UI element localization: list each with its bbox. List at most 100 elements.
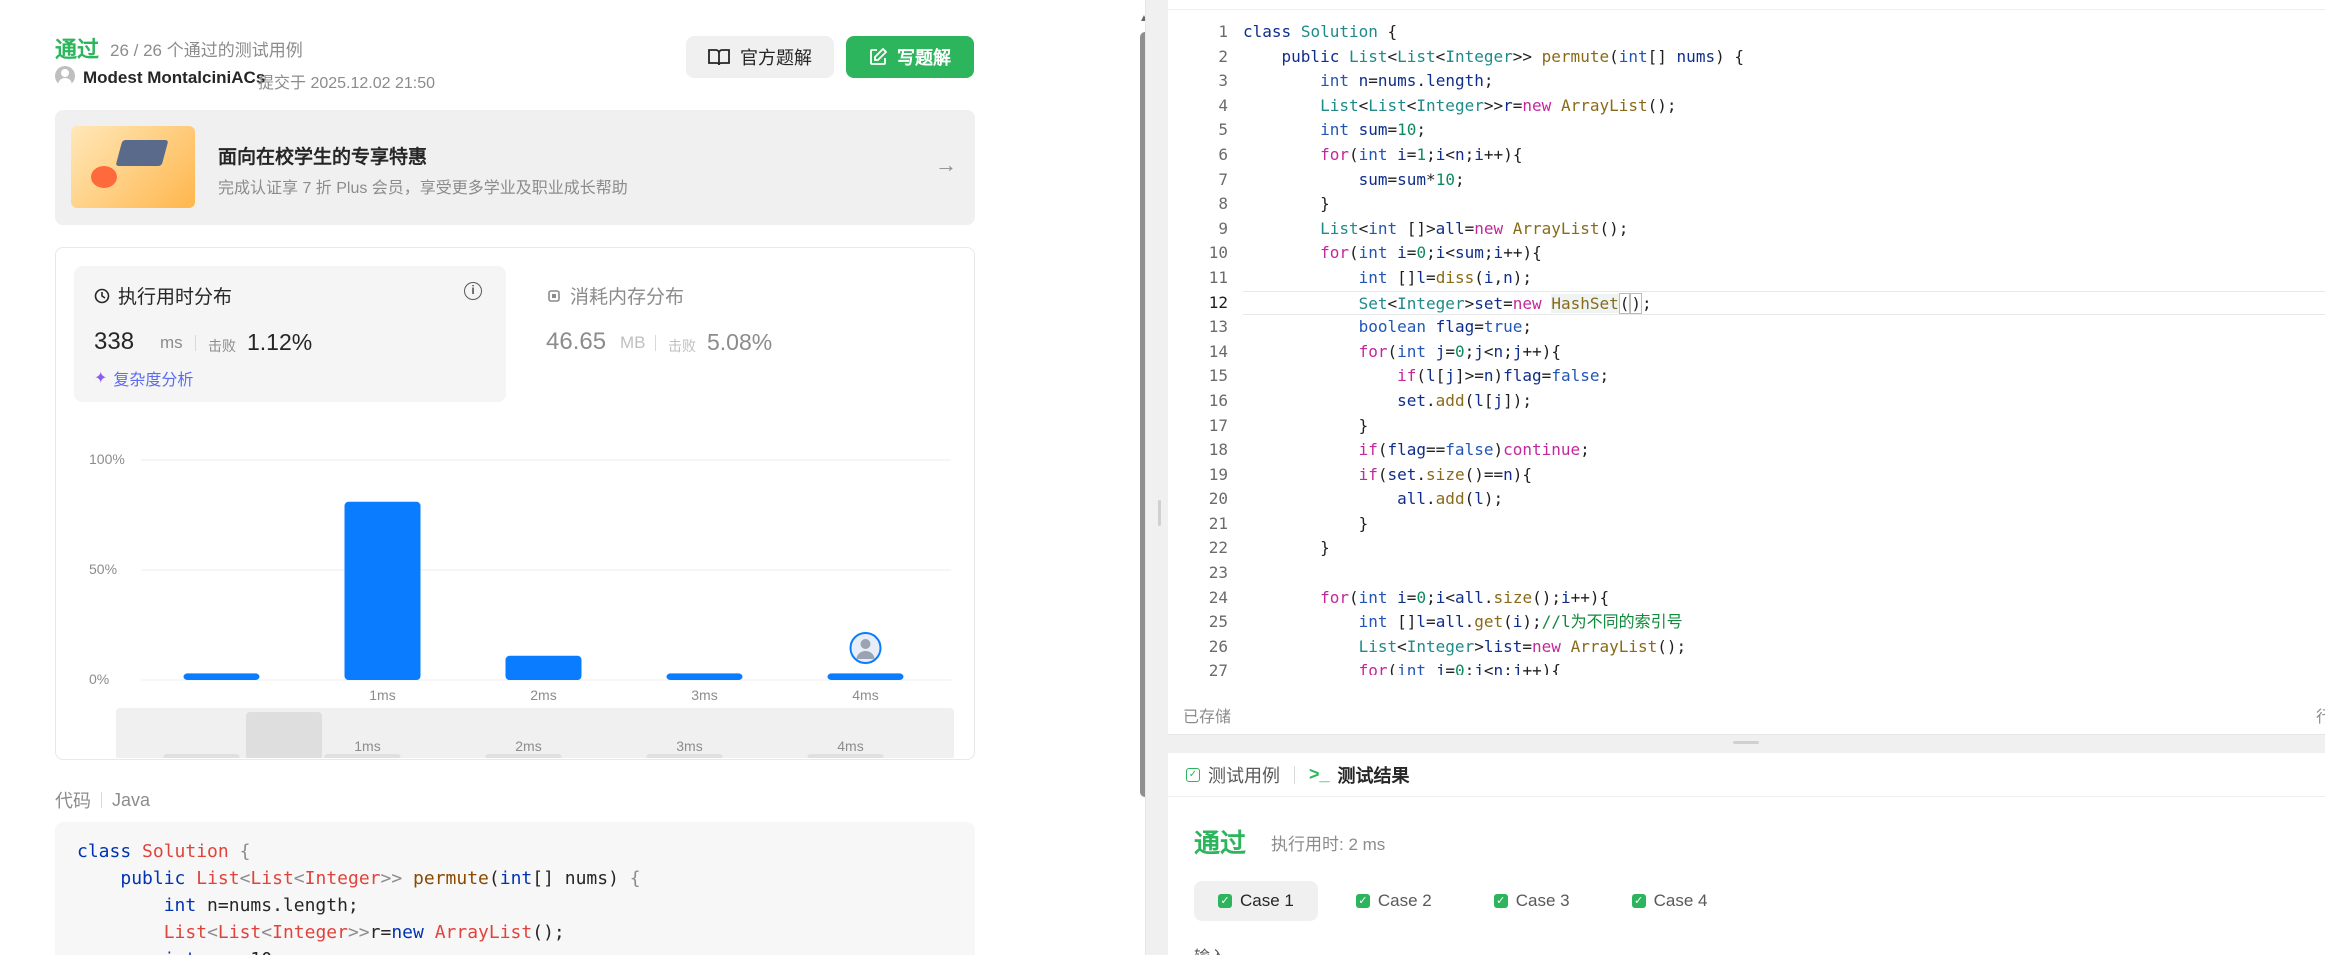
- info-icon[interactable]: i: [464, 282, 482, 300]
- code-line: }: [1243, 538, 1330, 558]
- code-language: Java: [112, 789, 151, 810]
- splitter-grip[interactable]: [1733, 741, 1759, 744]
- case-label: Case 3: [1515, 891, 1570, 910]
- user-marker-head: [860, 639, 871, 649]
- official-solution-label: 官方题解: [740, 48, 812, 68]
- bar: [344, 501, 421, 680]
- brush-bar: [646, 754, 723, 758]
- runtime-title-text: 执行用时分布: [118, 287, 233, 308]
- code-line: }: [1243, 194, 1330, 214]
- code-line: }: [1243, 415, 1369, 435]
- banner-title: 面向在校学生的专享特惠: [218, 147, 428, 168]
- official-solution-button[interactable]: 官方题解: [686, 36, 834, 78]
- memory-card[interactable]: 消耗内存分布 46.65 MB 击败 5.08%: [526, 266, 956, 402]
- case-label: Case 1: [1240, 891, 1294, 910]
- sparkle-icon: ✦: [94, 370, 108, 387]
- code-label: 代码: [55, 791, 91, 811]
- code-line: }: [1243, 513, 1369, 533]
- memory-title: 消耗内存分布: [546, 282, 684, 309]
- editor-results-splitter[interactable]: [1168, 735, 2325, 753]
- complexity-analysis-link[interactable]: ✦ 复杂度分析: [94, 366, 193, 390]
- user-name[interactable]: Modest MontalciniACs: [83, 68, 265, 88]
- left-scrollbar[interactable]: ▲: [1138, 0, 1145, 955]
- code-line: set.add(l[j]);: [1397, 390, 1533, 410]
- memory-value: 46.65: [546, 328, 607, 355]
- promo-banner[interactable]: 面向在校学生的专享特惠 完成认证享 7 折 Plus 会员，享受更多学业及职业成…: [55, 110, 975, 225]
- runtime-title: 执行用时分布: [94, 282, 232, 309]
- performance-stats: 执行用时分布 i 338 ms 击败 1.12% ✦ 复杂度分析 消耗内存分布 …: [55, 247, 975, 760]
- y-tick-label: 50%: [89, 561, 117, 577]
- tab-test-result[interactable]: >_ 测试结果: [1309, 762, 1410, 788]
- runtime-value: 338: [94, 328, 135, 355]
- code-line: public List<List<Integer>> permute(int[]…: [1281, 46, 1744, 66]
- code-line: int []l=all.get(i);//l为不同的索引号: [1358, 612, 1683, 632]
- code-line: List<int []>all=new ArrayList();: [1320, 218, 1629, 238]
- terminal-icon: >_: [1309, 764, 1330, 784]
- check-icon: ✓: [1493, 894, 1508, 908]
- code-line: for(int i=1;i<n;i++){: [1320, 144, 1523, 164]
- code-editor[interactable]: 1 2 3 4 5 6 7 8 9 10 11 12 13 14 15 16 17 18 19 20 21 22 23 24 2…: [1168, 0, 2325, 735]
- panel-resize-handle[interactable]: [1158, 500, 1161, 526]
- submission-status: 通过: [55, 37, 100, 62]
- tab-testcases[interactable]: ✓ 测试用例: [1186, 762, 1280, 788]
- brush-bar: [807, 754, 884, 758]
- code-line: List<List<Integer>>r=new ArrayList();: [163, 922, 565, 943]
- banner-subtitle: 完成认证享 7 折 Plus 会员，享受更多学业及职业成长帮助: [218, 180, 628, 197]
- brush-bar: [324, 754, 401, 758]
- brush-label: 2ms: [515, 738, 541, 754]
- code-line: class Solution {: [77, 841, 251, 862]
- code-line: int []l=diss(i,n);: [1358, 267, 1533, 287]
- book-icon: [708, 49, 730, 66]
- y-tick-label: 0%: [89, 671, 109, 687]
- code-line: for(int j=0;j<n;j++){: [1358, 661, 1561, 675]
- case-tab[interactable]: ✓ Case 2: [1332, 881, 1456, 921]
- memory-unit: MB: [620, 333, 646, 352]
- brush-label: 3ms: [676, 738, 702, 754]
- editor-code-area[interactable]: class Solution { public List<List<Intege…: [1243, 20, 2325, 675]
- runtime-unit: ms: [160, 333, 183, 352]
- editor-top-border: [1168, 0, 2325, 10]
- case-tab[interactable]: ✓ Case 4: [1608, 881, 1732, 921]
- brush-label: 1ms: [354, 738, 380, 754]
- case-label: Case 2: [1377, 891, 1432, 910]
- tab-testcases-label: 测试用例: [1208, 765, 1280, 786]
- x-tick-label: 3ms: [691, 687, 717, 703]
- edit-icon: [870, 48, 887, 65]
- code-line-current: Set<Integer>set=new HashSet();: [1243, 290, 2325, 316]
- result-runtime: 执行用时: 2 ms: [1271, 835, 1386, 854]
- write-solution-label: 写题解: [897, 48, 951, 68]
- results-tabs: ✓ 测试用例 >_ 测试结果: [1168, 753, 2325, 797]
- code-line: for(int i=0;i<sum;i++){: [1320, 243, 1542, 263]
- code-line: int sum=10;: [77, 946, 953, 955]
- check-icon: ✓: [1218, 894, 1232, 908]
- memory-title-text: 消耗内存分布: [570, 287, 685, 308]
- x-tick-label: 1ms: [369, 687, 395, 703]
- avatar[interactable]: [55, 66, 75, 86]
- cursor-position: 行: [2316, 709, 2325, 726]
- brush-bar: [163, 754, 240, 758]
- case-tab[interactable]: ✓ Case 1: [1194, 881, 1318, 921]
- code-line: int n=nums.length;: [163, 895, 359, 916]
- case-tab[interactable]: ✓ Case 3: [1470, 881, 1594, 921]
- input-label: 输入: [1194, 943, 1226, 955]
- x-tick-label: 4ms: [852, 687, 878, 703]
- clock-icon: [94, 288, 110, 303]
- memory-beat-percent: 5.08%: [707, 329, 773, 355]
- scroll-up-icon[interactable]: ▲: [1138, 14, 1145, 24]
- runtime-distribution-chart[interactable]: 100% 50% 0% 1ms 2ms 3ms 4ms 1ms 2ms 3ms 4ms: [56, 418, 974, 758]
- code-line: List<Integer>list=new ArrayList();: [1358, 636, 1687, 656]
- scrollbar-thumb[interactable]: [1140, 32, 1145, 797]
- arrow-right-icon[interactable]: →: [935, 152, 957, 178]
- saved-status: 已存储: [1183, 709, 1232, 726]
- code-line: class Solution {: [1243, 22, 1398, 41]
- code-line: for(int i=0;i<all.size();i++){: [1320, 587, 1610, 607]
- brush-label: 4ms: [837, 738, 863, 754]
- runtime-card[interactable]: 执行用时分布 i 338 ms 击败 1.12% ✦ 复杂度分析: [74, 266, 506, 402]
- chip-icon: [548, 289, 560, 302]
- submitted-code[interactable]: class Solution { public List<List<Intege…: [55, 822, 975, 955]
- divider: [1294, 765, 1295, 784]
- test-results-panel: ✓ 测试用例 >_ 测试结果 通过 执行用时: 2 ms ✓ Case 1 ✓ Ca…: [1168, 753, 2325, 955]
- code-line: if(flag==false)continue;: [1358, 440, 1590, 460]
- write-solution-button[interactable]: 写题解: [846, 36, 974, 78]
